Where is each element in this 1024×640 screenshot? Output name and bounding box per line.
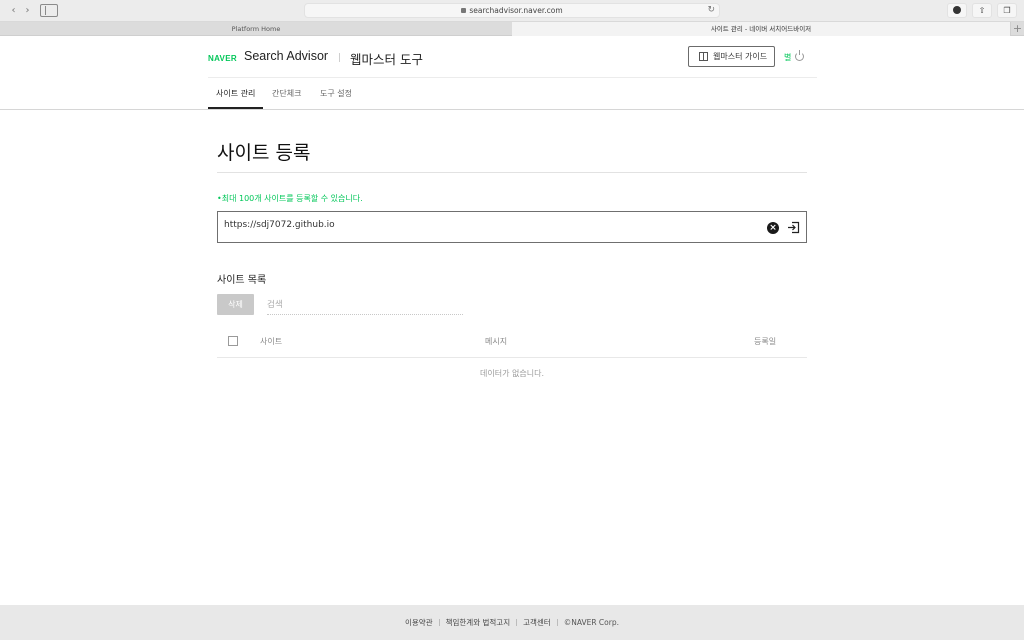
footer-divider <box>438 619 440 626</box>
section-name[interactable]: 웹마스터 도구 <box>350 49 423 68</box>
tab-quick-check[interactable]: 간단체크 <box>272 88 301 99</box>
column-header-registered-date: 등록일 <box>754 337 777 346</box>
logo-divider <box>339 53 340 62</box>
table-header-divider <box>217 357 807 358</box>
page-title: 사이트 등록 <box>217 142 311 164</box>
delete-button[interactable]: 삭제 <box>217 294 254 315</box>
clear-icon[interactable]: × <box>767 222 779 234</box>
footer-copyright: ©NAVER Corp. <box>563 618 619 627</box>
sidebar-toggle-icon[interactable] <box>40 4 58 17</box>
submit-arrow-icon[interactable] <box>787 221 800 234</box>
tab-tool-settings[interactable]: 도구 설정 <box>320 88 352 99</box>
tabs-overview-icon[interactable]: ❐ <box>997 3 1017 18</box>
browser-toolbar: ‹ › searchadvisor.naver.com ↻ ⇧ ❐ <box>0 0 1024 22</box>
new-tab-icon[interactable]: + <box>1010 22 1024 36</box>
reload-icon[interactable]: ↻ <box>707 4 715 17</box>
column-header-message: 메시지 <box>485 337 508 346</box>
browser-tab-site-management[interactable]: 사이트 관리 - 네이버 서치어드바이저 <box>512 22 1010 36</box>
site-list-title: 사이트 목록 <box>217 275 267 286</box>
nav-divider <box>0 109 1024 110</box>
product-name[interactable]: Search Advisor <box>244 49 328 63</box>
header-divider <box>208 77 817 78</box>
title-divider <box>217 172 807 173</box>
select-all-checkbox[interactable] <box>228 336 238 346</box>
naver-logo[interactable]: NAVER <box>208 54 237 63</box>
address-bar[interactable]: searchadvisor.naver.com ↻ <box>304 3 720 18</box>
site-url-field: × <box>217 211 807 243</box>
tab-site-management[interactable]: 사이트 관리 <box>216 88 255 99</box>
footer: 이용약관 책임한계와 법적고지 고객센터 ©NAVER Corp. <box>0 605 1024 640</box>
empty-table-message: 데이터가 없습니다. <box>480 369 544 378</box>
book-icon <box>699 52 708 61</box>
address-url: searchadvisor.naver.com <box>469 6 563 15</box>
footer-divider <box>556 619 558 626</box>
webmaster-guide-label: 웹마스터 가이드 <box>713 52 768 61</box>
logout-power-icon[interactable] <box>795 50 804 61</box>
footer-link-support[interactable]: 고객센터 <box>523 618 551 627</box>
browser-tab-platform-home[interactable]: Platform Home <box>0 22 512 36</box>
footer-link-terms[interactable]: 이용약관 <box>405 618 433 627</box>
download-icon[interactable] <box>947 3 967 18</box>
forward-icon[interactable]: › <box>21 4 34 17</box>
site-url-input[interactable] <box>224 220 754 230</box>
share-icon[interactable]: ⇧ <box>972 3 992 18</box>
webmaster-guide-button[interactable]: 웹마스터 가이드 <box>688 46 775 67</box>
back-icon[interactable]: ‹ <box>7 4 20 17</box>
site-limit-notice: •최대 100개 사이트를 등록할 수 있습니다. <box>217 194 363 203</box>
user-name[interactable]: 별 <box>784 52 791 63</box>
lock-icon <box>461 8 467 13</box>
footer-divider <box>516 619 518 626</box>
search-input[interactable] <box>267 296 463 315</box>
browser-tab-bar: Platform Home 사이트 관리 - 네이버 서치어드바이저 + <box>0 22 1024 36</box>
column-header-site: 사이트 <box>260 337 283 346</box>
footer-link-disclaimer[interactable]: 책임한계와 법적고지 <box>446 618 510 627</box>
